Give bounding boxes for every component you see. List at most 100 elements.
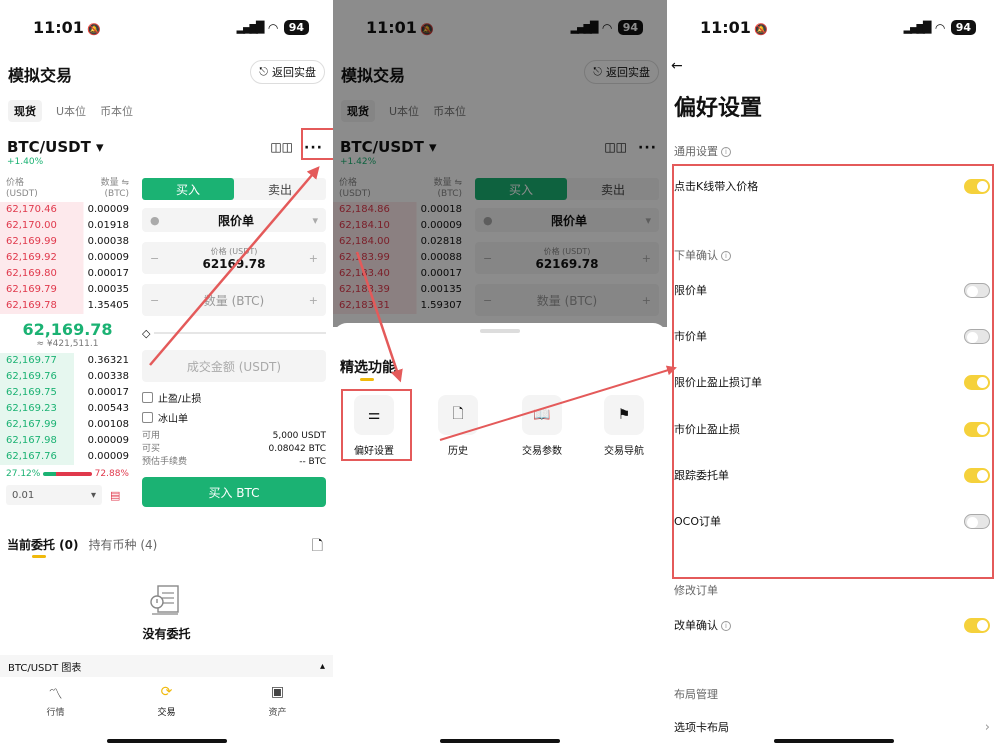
row-amount: 0.00038 (87, 236, 129, 247)
ask-row[interactable]: 62,170.00 0.01918 (0, 218, 135, 234)
row-amount: 0.00009 (87, 252, 129, 263)
toggle-modify-confirm[interactable] (964, 617, 990, 633)
order-type-select[interactable]: ● 限价单 ▾ (142, 208, 326, 232)
slider-handle-icon[interactable]: ◇ (142, 327, 150, 340)
max-buy: 可买 0.08042 BTC (142, 444, 326, 454)
info-icon[interactable]: i (721, 621, 731, 631)
row-amount: 0.00009 (87, 435, 129, 446)
ask-row[interactable]: 62,169.92 0.00009 (0, 250, 135, 266)
caret-up-icon: ▴ (319, 660, 325, 672)
sheet-title: 精选功能 (340, 360, 396, 376)
signal-icon: ▂▄▆█ (236, 21, 265, 34)
ob-amount-header[interactable]: 数量 ⇋ (101, 178, 129, 188)
tpsl-checkbox[interactable]: 止盈/止损 (142, 390, 326, 405)
bid-list: 62,169.77 0.36321 62,169.76 0.00338 62,169.7… (0, 353, 135, 465)
tab-open-orders[interactable]: 当前委托 (0) (7, 536, 79, 553)
section-layout: 布局管理 (674, 688, 718, 701)
buy-btc-button[interactable]: 买入 BTC (142, 477, 326, 507)
preferences-screen: 11:01 🔕 ▂▄▆█ ◠ 94 ← 偏好设置 通用设置 i 点击K线带入价格 下单确… (667, 0, 1000, 750)
nav-trade[interactable]: ⟳ 交易 (111, 684, 222, 724)
row-amount: 0.36321 (87, 355, 129, 366)
page-title: 偏好设置 (674, 96, 763, 121)
row-price: 62,169.79 (6, 284, 57, 295)
back-arrow-icon[interactable]: ← (671, 58, 683, 74)
ask-row[interactable]: 62,169.78 1.35405 (0, 298, 135, 314)
sheet-grabber[interactable] (480, 329, 520, 333)
fiat-price: ≈ ¥421,511.1 (36, 339, 99, 349)
row-amount: 0.00017 (87, 387, 129, 398)
plus-icon[interactable]: + (309, 252, 318, 265)
precision-select[interactable]: 0.01 ▾ (6, 485, 102, 505)
wifi-icon: ◠ (935, 20, 945, 35)
price-input[interactable]: − 价格 (USDT) 62169.78 + (142, 242, 326, 274)
ask-list: 62,170.46 0.00009 62,170.00 0.01918 62,169.9… (0, 202, 135, 314)
history-icon: 🗋 (438, 395, 478, 435)
row-amount: 0.00035 (87, 284, 129, 295)
nav-assets[interactable]: ▣ 资产 (222, 684, 333, 724)
clock: 11:01 (700, 18, 751, 37)
ask-row[interactable]: 62,169.79 0.00035 (0, 282, 135, 298)
feature-trade-params[interactable]: 📖 交易参数 (507, 395, 577, 457)
tab-spot[interactable]: 现货 (8, 100, 42, 122)
tab-indicator (360, 378, 374, 381)
iceberg-checkbox[interactable]: 冰山单 (142, 410, 326, 425)
nav-market[interactable]: 〽行情 (0, 684, 111, 724)
wifi-icon: ◠ (268, 20, 278, 35)
exit-icon: ⎋ (259, 65, 268, 78)
row-price: 62,169.23 (6, 403, 57, 414)
row-price: 62,167.98 (6, 435, 57, 446)
price-change: +1.40% (7, 157, 44, 167)
home-indicator (440, 739, 560, 743)
quantity-input[interactable]: − 数量 (BTC) + (142, 284, 326, 316)
feature-trade-guide[interactable]: ⚑ 交易导航 (589, 395, 659, 457)
clock: 11:01 (33, 18, 84, 37)
bid-row[interactable]: 62,169.77 0.36321 (0, 353, 135, 369)
bid-row[interactable]: 62,169.76 0.00338 (0, 369, 135, 385)
row-price: 62,169.80 (6, 268, 57, 279)
pair-selector[interactable]: BTC/USDT ▾ (7, 138, 104, 156)
bid-row[interactable]: 62,167.99 0.00108 (0, 417, 135, 433)
bid-row[interactable]: 62,167.98 0.00009 (0, 433, 135, 449)
buy-tab[interactable]: 买入 (142, 178, 234, 200)
total-input[interactable]: 成交金额 (USDT) (142, 350, 326, 382)
sell-tab[interactable]: 卖出 (234, 178, 326, 200)
setting-modify-confirm: 改单确认 i (674, 615, 990, 635)
ask-row[interactable]: 62,170.46 0.00009 (0, 202, 135, 218)
last-price: 62,169.78 (22, 320, 113, 339)
tab-usdt-m[interactable]: U本位 (56, 103, 86, 119)
setting-tab-layout[interactable]: 选项卡布局 › (674, 717, 990, 737)
back-to-real-button[interactable]: ⎋ 返回实盘 (250, 60, 325, 84)
orderbook-layout-icon[interactable]: ▤ (110, 489, 120, 502)
info-icon[interactable]: i (721, 147, 731, 157)
market-icon: 〽 (48, 687, 63, 703)
minus-icon[interactable]: − (150, 252, 159, 265)
row-price: 62,169.77 (6, 355, 57, 366)
bid-row[interactable]: 62,167.76 0.00009 (0, 449, 135, 465)
caret-down-icon: ▾ (312, 213, 318, 227)
mute-icon: 🔕 (753, 23, 768, 36)
minus-icon[interactable]: − (150, 294, 159, 307)
modal-backdrop[interactable] (333, 0, 667, 327)
row-price: 62,167.99 (6, 419, 57, 430)
feature-history[interactable]: 🗋 历史 (423, 395, 493, 457)
highlight-box-more (301, 128, 333, 160)
feature-sheet-screen: 11:01 🔕 ▂▄▆█ ◠ 94 模拟交易 ⎋ 返回实盘 现货 U本位 币本位 BTC… (333, 0, 667, 750)
chart-toggle-bar[interactable]: BTC/USDT 图表 ▴ (0, 655, 333, 677)
market-tabs: 现货 U本位 币本位 (8, 100, 133, 122)
row-amount: 1.35405 (87, 300, 129, 311)
order-history-icon[interactable]: 🗋 (312, 535, 323, 559)
row-amount: 0.00338 (87, 371, 129, 382)
tab-coin-m[interactable]: 币本位 (100, 103, 133, 119)
ask-row[interactable]: 62,169.99 0.00038 (0, 234, 135, 250)
highlight-box-preferences (341, 389, 412, 461)
home-indicator (106, 739, 227, 743)
wallet-icon: ▣ (270, 684, 285, 700)
ask-row[interactable]: 62,169.80 0.00017 (0, 266, 135, 282)
tab-holdings[interactable]: 持有币种 (4) (89, 536, 158, 553)
amount-slider[interactable]: ◇ (142, 326, 326, 340)
section-general: 通用设置 (674, 145, 718, 158)
bid-row[interactable]: 62,169.23 0.00543 (0, 401, 135, 417)
plus-icon[interactable]: + (309, 294, 318, 307)
bid-row[interactable]: 62,169.75 0.00017 (0, 385, 135, 401)
candle-chart-icon[interactable]: ◫◫ (270, 140, 293, 154)
